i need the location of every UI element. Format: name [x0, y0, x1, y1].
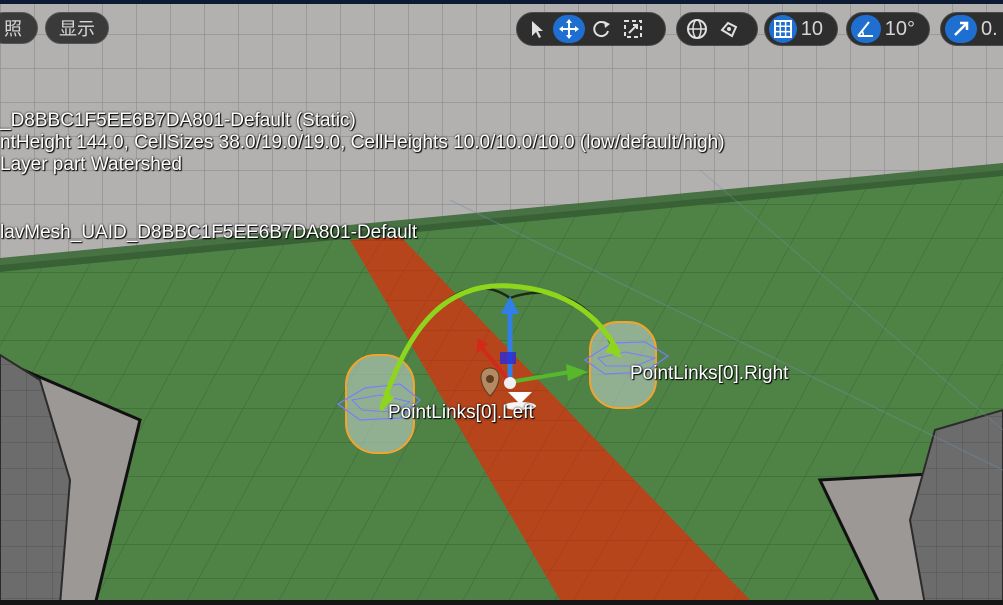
- grid-icon[interactable]: [769, 15, 797, 43]
- transform-tools-group: [516, 12, 666, 46]
- navmesh-info-line-1: _D8BBC1F5EE6B7DA801-Default (Static): [0, 110, 356, 131]
- show-menu-button[interactable]: 显示: [45, 12, 109, 44]
- show-menu-label: 显示: [59, 19, 95, 39]
- viewport-top-border: [0, 0, 1003, 4]
- lighting-mode-button[interactable]: 照: [0, 12, 38, 44]
- angle-icon[interactable]: [851, 15, 881, 43]
- lighting-mode-label: 照: [4, 19, 22, 39]
- scale-icon[interactable]: [617, 15, 649, 43]
- rotation-snap-group: 10°: [846, 12, 930, 46]
- space-tools-group: [676, 12, 758, 46]
- scale-arrow-icon[interactable]: [945, 15, 977, 43]
- surface-snap-icon[interactable]: [713, 15, 745, 43]
- right-point-label: PointLinks[0].Right: [630, 363, 789, 384]
- navmesh-actor-name: lavMesh_UAID_D8BBC1F5EE6B7DA801-Default: [0, 222, 418, 243]
- move-icon[interactable]: [553, 15, 585, 43]
- grid-snap-value[interactable]: 10: [797, 18, 833, 41]
- left-point-label: PointLinks[0].Left: [388, 402, 534, 423]
- rotate-icon[interactable]: [585, 15, 617, 43]
- viewport-bottom-border: [0, 600, 1003, 605]
- select-icon[interactable]: [521, 15, 553, 43]
- grid-snap-group: 10: [764, 12, 838, 46]
- scale-snap-value[interactable]: 0.: [977, 18, 1003, 41]
- rotation-snap-value[interactable]: 10°: [881, 18, 925, 41]
- navmesh-info-line-2: ntHeight 144.0, CellSizes 38.0/19.0/19.0…: [0, 132, 725, 153]
- viewport-scene[interactable]: [0, 0, 1003, 605]
- level-viewport[interactable]: 照 显示 10 10° 0. _D8BBC1F5EE6B7DA801-Defau…: [0, 0, 1003, 605]
- navmesh-info-line-3: Layer part Watershed: [0, 154, 182, 175]
- globe-icon[interactable]: [681, 15, 713, 43]
- scale-snap-group: 0.: [940, 12, 1003, 46]
